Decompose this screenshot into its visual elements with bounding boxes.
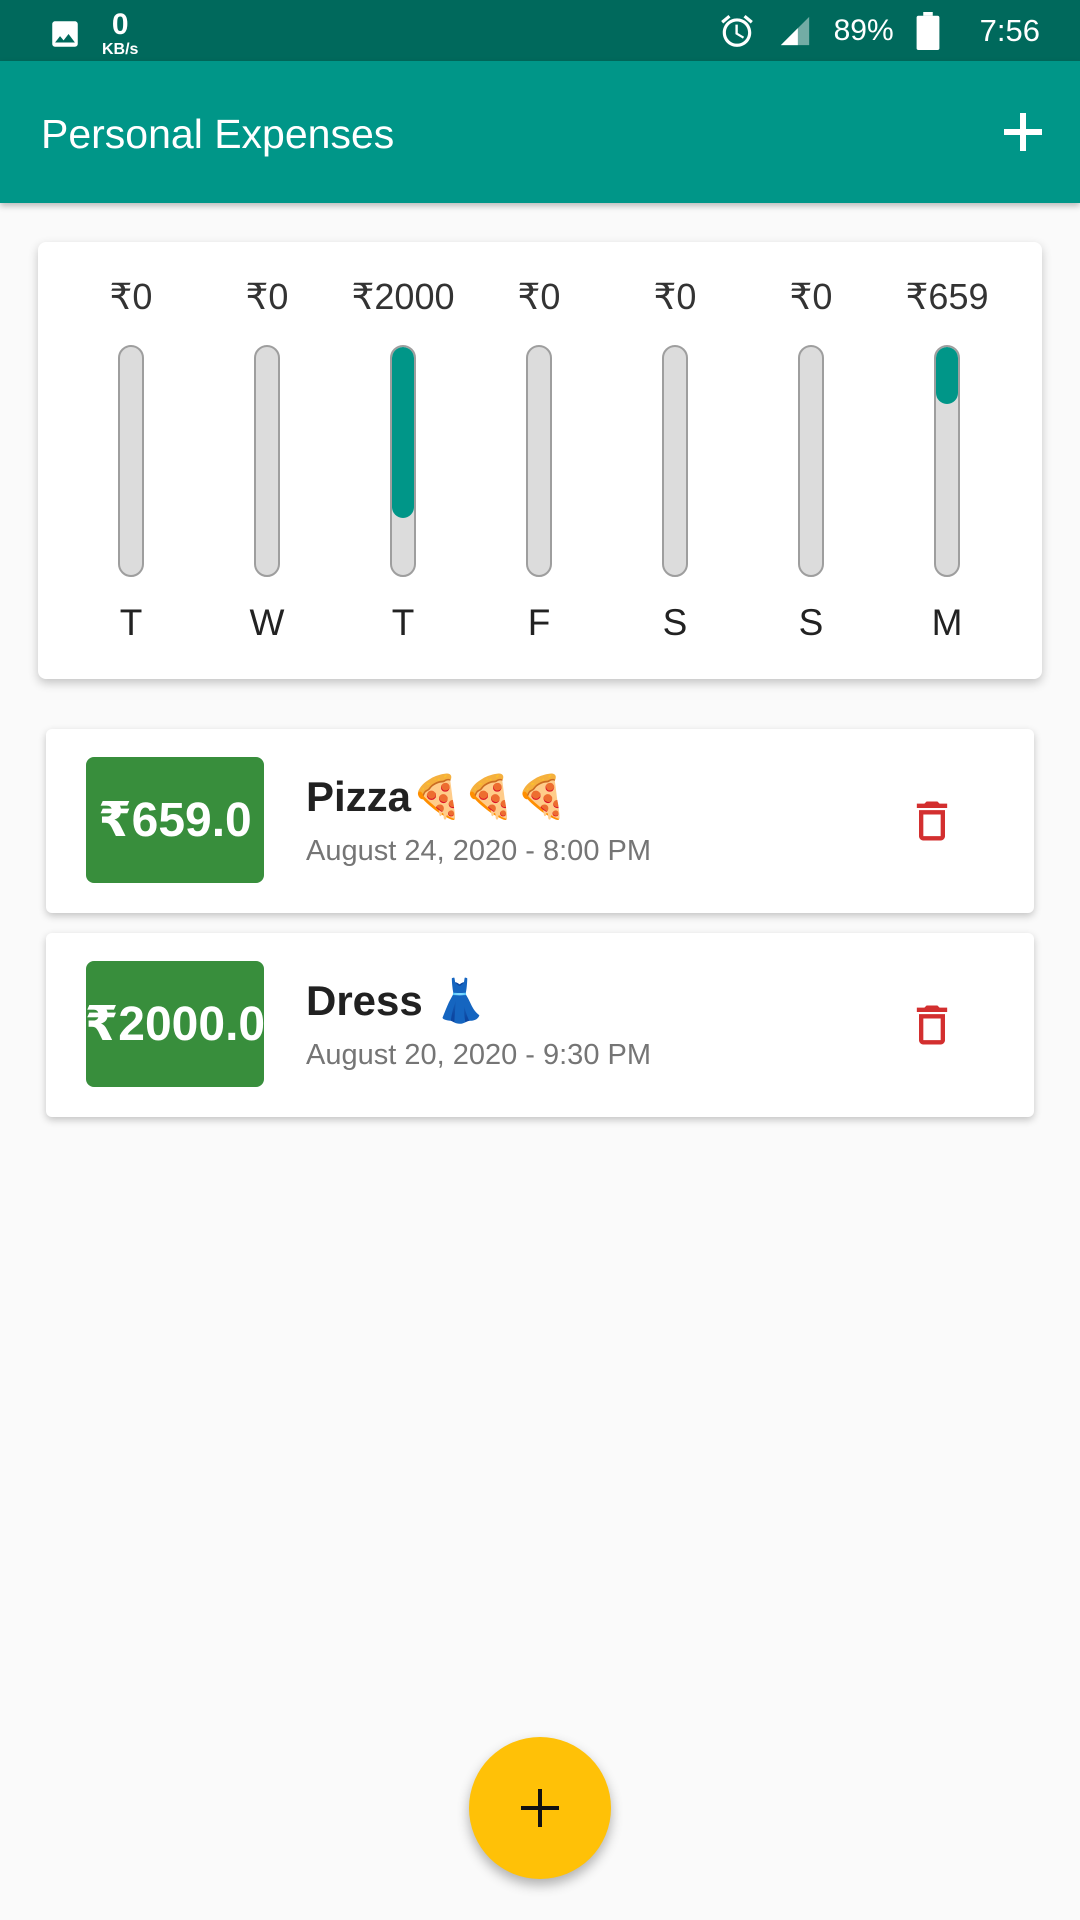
chart-bar-track: [526, 345, 552, 577]
chart-bar-day: T: [391, 602, 415, 643]
battery-icon: [916, 11, 940, 50]
chart-bar: ₹0 W: [212, 242, 322, 679]
chart-bar-day: M: [931, 602, 963, 643]
chart-bar-track: [798, 345, 824, 577]
chart-bar-track: [662, 345, 688, 577]
chart-bar: ₹0 S: [756, 242, 866, 679]
network-speed: 0 KB/s: [102, 10, 138, 58]
transaction-item[interactable]: ₹2000.0 Dress 👗 August 20, 2020 - 9:30 P…: [46, 933, 1034, 1117]
transaction-date: August 20, 2020 - 9:30 PM: [306, 1039, 651, 1071]
image-icon: [52, 21, 78, 47]
plus-icon: [521, 1789, 559, 1827]
transaction-title: Dress 👗: [306, 977, 487, 1024]
chart-bar-day: W: [249, 602, 285, 643]
transaction-date: August 24, 2020 - 8:00 PM: [306, 835, 651, 867]
chart-bar-track: [390, 345, 416, 577]
chart-bar-track: [118, 345, 144, 577]
chart-bar: ₹0 S: [620, 242, 730, 679]
chart-bar-fill: [392, 347, 414, 519]
chart-bar-day: F: [527, 602, 551, 643]
trash-icon: [916, 1005, 948, 1045]
add-transaction-fab[interactable]: [469, 1737, 611, 1879]
chart-bar: ₹2000 T: [348, 242, 458, 679]
plus-icon: [1004, 113, 1042, 151]
chart-bar-amount: ₹2000: [351, 276, 455, 317]
delete-transaction-button[interactable]: [906, 999, 958, 1051]
chart-bar-fill: [936, 347, 958, 404]
page-title: Personal Expenses: [41, 111, 395, 157]
weekly-chart: ₹0 T ₹0 W ₹2000 T ₹0 F ₹0 S ₹0 S ₹659 M: [38, 242, 1042, 679]
chart-bar-amount: ₹0: [109, 276, 153, 317]
signal-icon: [780, 16, 809, 45]
add-expense-button[interactable]: [1000, 109, 1046, 155]
transaction-amount: ₹2000.0: [85, 961, 265, 1087]
transaction-amount: ₹659.0: [86, 757, 264, 883]
trash-icon: [916, 801, 948, 841]
alarm-icon: [720, 14, 753, 47]
status-bar: 0 KB/s 89% 7:56: [0, 0, 1080, 61]
status-left: 0 KB/s: [48, 10, 138, 58]
battery-percentage: 89%: [833, 13, 894, 47]
status-clock: 7:56: [979, 12, 1040, 48]
chart-bar-amount: ₹0: [245, 276, 289, 317]
chart-bar-amount: ₹0: [517, 276, 561, 317]
chart-bar: ₹0 T: [76, 242, 186, 679]
chart-bar-day: T: [119, 602, 143, 643]
network-speed-value: 0: [111, 8, 129, 41]
transaction-title: Pizza🍕🍕🍕: [306, 773, 568, 820]
transaction-item[interactable]: ₹659.0 Pizza🍕🍕🍕 August 24, 2020 - 8:00 P…: [46, 729, 1034, 913]
status-right: 89% 7:56: [718, 0, 1040, 61]
app-bar: Personal Expenses: [0, 61, 1080, 203]
chart-bar-day: S: [798, 602, 824, 643]
chart-bar-track: [934, 345, 960, 577]
delete-transaction-button[interactable]: [906, 795, 958, 847]
chart-bar: ₹659 M: [892, 242, 1002, 679]
chart-bar-day: S: [662, 602, 688, 643]
chart-bar-amount: ₹659: [905, 276, 989, 317]
chart-bar: ₹0 F: [484, 242, 594, 679]
network-speed-unit: KB/s: [102, 41, 139, 58]
chart-bar-track: [254, 345, 280, 577]
chart-bar-amount: ₹0: [789, 276, 833, 317]
chart-bar-amount: ₹0: [653, 276, 697, 317]
